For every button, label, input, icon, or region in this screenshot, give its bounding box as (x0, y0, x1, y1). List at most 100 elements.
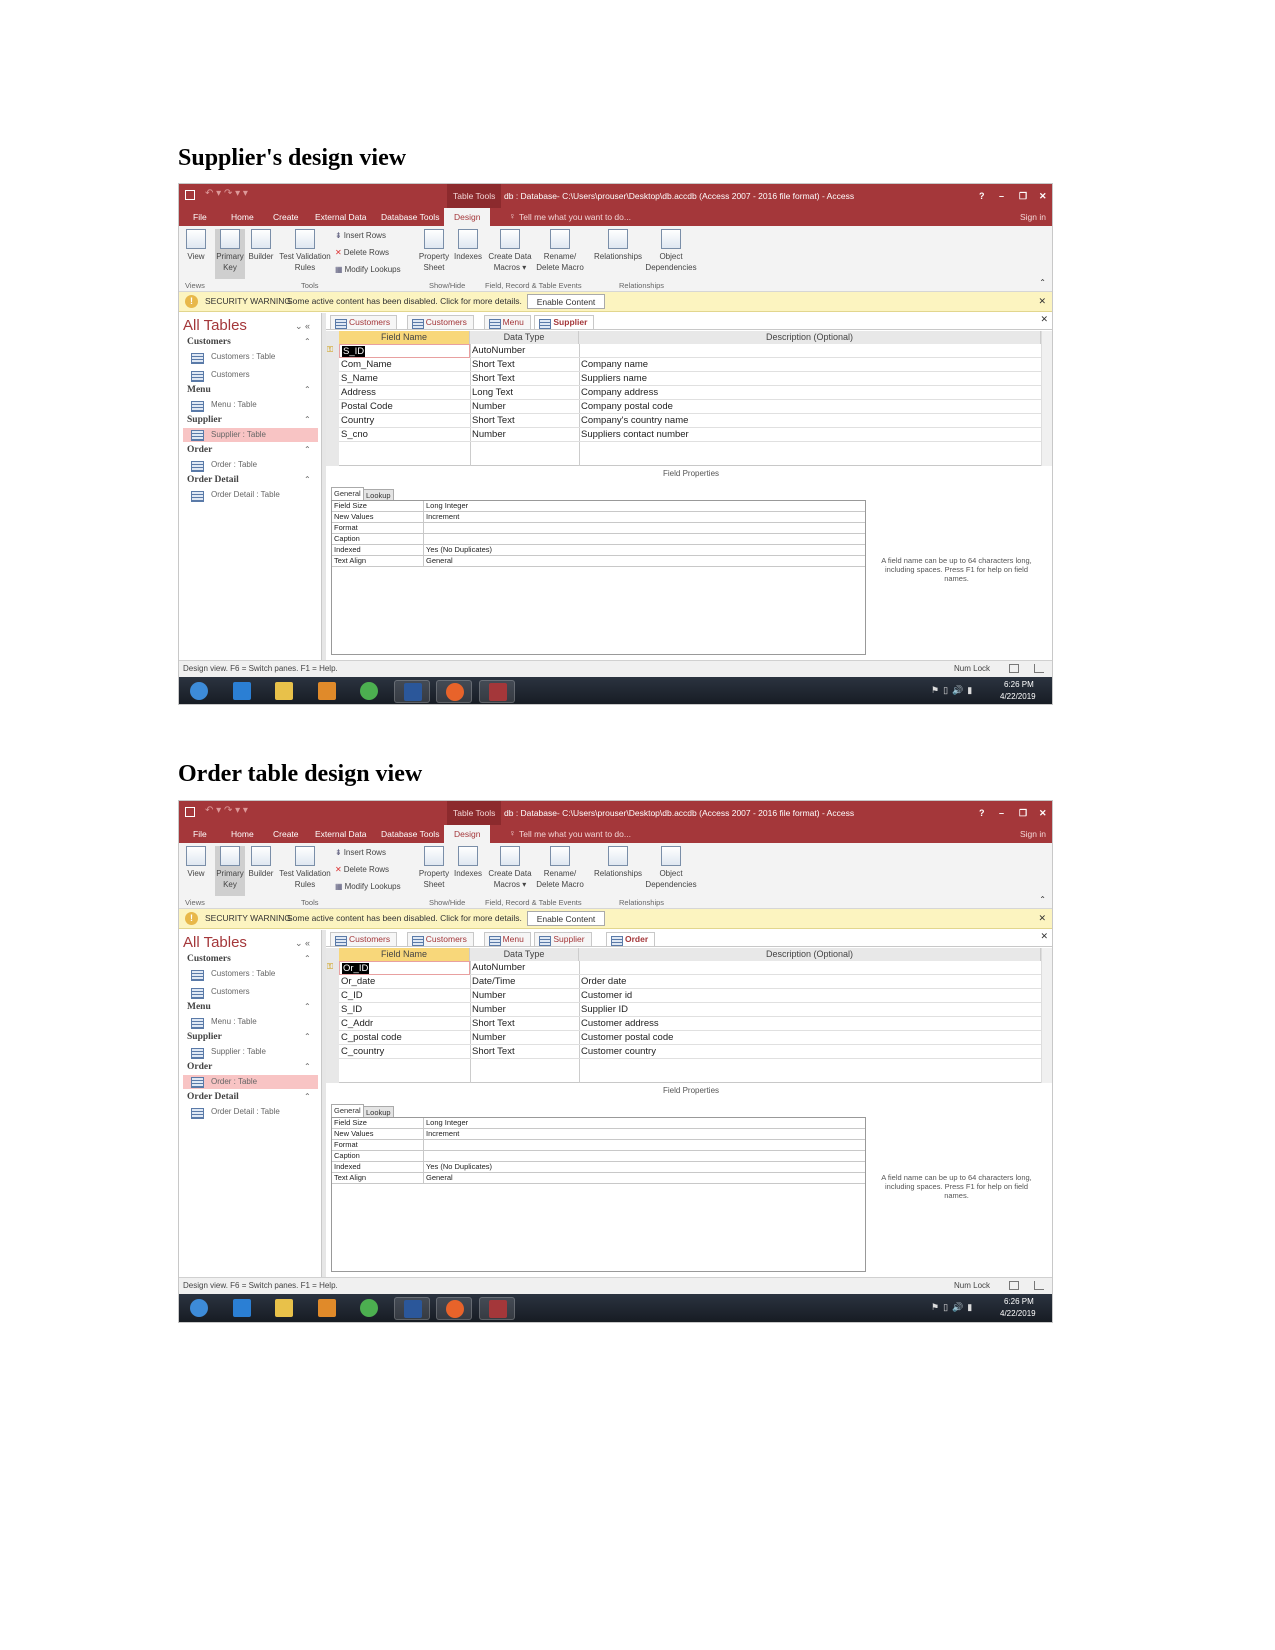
data-type-cell[interactable]: Number (470, 428, 579, 442)
collapse-group-icon[interactable]: ⌃ (304, 445, 311, 454)
doc-tab-order[interactable]: Order (606, 932, 656, 946)
doc-tab-menu[interactable]: Menu (483, 315, 531, 329)
create-data-macros-button[interactable]: Create Data Macros ▾ (485, 229, 535, 273)
ribbon-tab-database-tools[interactable]: Database Tools (381, 825, 439, 843)
prop-tab-lookup[interactable]: Lookup (363, 1106, 394, 1117)
doc-tab-customers[interactable]: Customers (406, 932, 474, 946)
view-button[interactable]: View (181, 229, 211, 262)
doc-tab-customers[interactable]: Customers (330, 315, 398, 329)
data-type-cell[interactable]: Date/Time (470, 975, 579, 989)
nav-menu-dropdown[interactable]: ⌄ « (295, 938, 310, 949)
field-name-cell[interactable]: Or_date (339, 975, 470, 989)
ribbon-tab-design[interactable]: Design (444, 208, 491, 226)
description-cell[interactable] (579, 961, 1041, 975)
nav-group-supplier[interactable]: Supplier (187, 415, 222, 425)
description-cell[interactable]: Customer id (579, 989, 1041, 1003)
data-type-cell[interactable]: AutoNumber (470, 344, 579, 358)
description-cell[interactable]: Customer postal code (579, 1031, 1041, 1045)
delete-rows-button[interactable]: ✕ Delete Rows (335, 865, 389, 874)
prop-tab-general[interactable]: General (331, 487, 364, 500)
column-header[interactable]: Field Name (339, 948, 470, 961)
property-value[interactable] (424, 534, 865, 545)
column-header[interactable]: Data Type (470, 948, 579, 961)
collapse-ribbon-icon[interactable]: ⌃ (1039, 278, 1046, 287)
nav-group-order[interactable]: Order (187, 445, 212, 455)
insert-rows-button[interactable]: ⇟ Insert Rows (335, 848, 386, 857)
object-dependencies-button[interactable]: Object Dependencies (645, 846, 697, 890)
help-button[interactable]: ? (979, 184, 985, 208)
doc-tab-menu[interactable]: Menu (483, 932, 531, 946)
close-document-button[interactable]: ✕ (1040, 931, 1048, 942)
tray-icons[interactable]: ⚑▯🔊▮ (931, 1302, 976, 1313)
field-name-cell[interactable]: Postal Code (339, 400, 470, 414)
property-value[interactable]: General (424, 556, 865, 567)
field-name-cell[interactable]: S_Name (339, 372, 470, 386)
nav-menu-dropdown[interactable]: ⌄ « (295, 321, 310, 332)
doc-tab-supplier[interactable]: Supplier (534, 932, 592, 946)
test-validation-rules-button[interactable]: Test Validation Rules (277, 846, 333, 890)
chrome-taskbar-button[interactable] (351, 680, 387, 703)
clock-date[interactable]: 4/22/2019 (1000, 1309, 1036, 1318)
clock-time[interactable]: 6:26 PM (1004, 1297, 1034, 1306)
data-type-cell[interactable]: Number (470, 1031, 579, 1045)
nav-group-menu[interactable]: Menu (187, 385, 211, 395)
start-orb-taskbar-button[interactable] (181, 1297, 217, 1320)
nav-item[interactable]: Supplier : Table (183, 428, 318, 442)
column-header[interactable]: Description (Optional) (579, 948, 1041, 961)
property-sheet-button[interactable]: Property Sheet (417, 229, 451, 273)
relationships-button[interactable]: Relationships (591, 229, 645, 262)
close-button[interactable]: ✕ (1039, 801, 1047, 825)
description-cell[interactable]: Suppliers contact number (579, 428, 1041, 442)
data-type-cell[interactable]: Short Text (470, 1045, 579, 1059)
column-header[interactable]: Description (Optional) (579, 331, 1041, 344)
ribbon-tab-external-data[interactable]: External Data (315, 208, 367, 226)
description-cell[interactable]: Company postal code (579, 400, 1041, 414)
property-value[interactable]: Increment (424, 1129, 865, 1140)
nav-item[interactable]: Order Detail : Table (191, 490, 280, 502)
design-view-icon[interactable] (1009, 1281, 1019, 1290)
restore-button[interactable]: ❐ (1019, 801, 1027, 825)
field-name-cell[interactable]: C_Addr (339, 1017, 470, 1031)
save-icon[interactable] (185, 190, 195, 200)
property-value[interactable]: Yes (No Duplicates) (424, 1162, 865, 1173)
design-view-icon[interactable] (1009, 664, 1019, 673)
column-header[interactable]: Data Type (470, 331, 579, 344)
media-player-taskbar-button[interactable] (309, 1297, 345, 1320)
property-value[interactable]: General (424, 1173, 865, 1184)
field-name-cell[interactable]: Or_ID (339, 961, 470, 975)
collapse-ribbon-icon[interactable]: ⌃ (1039, 895, 1046, 904)
security-warning-message[interactable]: Some active content has been disabled. C… (287, 909, 522, 928)
nav-item[interactable]: Customers : Table (191, 352, 275, 364)
enable-content-button[interactable]: Enable Content (527, 911, 605, 926)
nav-item[interactable]: Customers (191, 370, 250, 382)
collapse-group-icon[interactable]: ⌃ (304, 1002, 311, 1011)
nav-item[interactable]: Supplier : Table (191, 1047, 266, 1059)
nav-group-menu[interactable]: Menu (187, 1002, 211, 1012)
save-icon[interactable] (185, 807, 195, 817)
collapse-group-icon[interactable]: ⌃ (304, 337, 311, 346)
nav-group-order[interactable]: Order (187, 1062, 212, 1072)
undo-icon[interactable]: ↶ ▾ ↷ ▾ ▾ (205, 805, 248, 816)
nav-item[interactable]: Menu : Table (191, 400, 257, 412)
data-type-cell[interactable]: Short Text (470, 372, 579, 386)
minimize-button[interactable]: – (999, 184, 1004, 208)
ribbon-tab-external-data[interactable]: External Data (315, 825, 367, 843)
ribbon-tab-home[interactable]: Home (231, 208, 254, 226)
delete-rows-button[interactable]: ✕ Delete Rows (335, 248, 389, 257)
vertical-scrollbar[interactable] (1041, 948, 1052, 1083)
object-dependencies-button[interactable]: Object Dependencies (645, 229, 697, 273)
data-type-cell[interactable]: Number (470, 989, 579, 1003)
indexes-button[interactable]: Indexes (452, 229, 484, 262)
data-type-cell[interactable]: Short Text (470, 1017, 579, 1031)
restore-button[interactable]: ❐ (1019, 184, 1027, 208)
nav-item[interactable]: Menu : Table (191, 1017, 257, 1029)
test-validation-rules-button[interactable]: Test Validation Rules (277, 229, 333, 273)
ribbon-tab-create[interactable]: Create (273, 208, 299, 226)
collapse-group-icon[interactable]: ⌃ (304, 954, 311, 963)
property-value[interactable]: Long Integer (424, 1118, 865, 1129)
prop-tab-general[interactable]: General (331, 1104, 364, 1117)
rename-delete-macro-button[interactable]: Rename/ Delete Macro (535, 229, 585, 273)
start-orb-taskbar-button[interactable] (181, 680, 217, 703)
field-name-cell[interactable]: C_postal code (339, 1031, 470, 1045)
tell-me-search[interactable]: Tell me what you want to do... (519, 208, 631, 226)
